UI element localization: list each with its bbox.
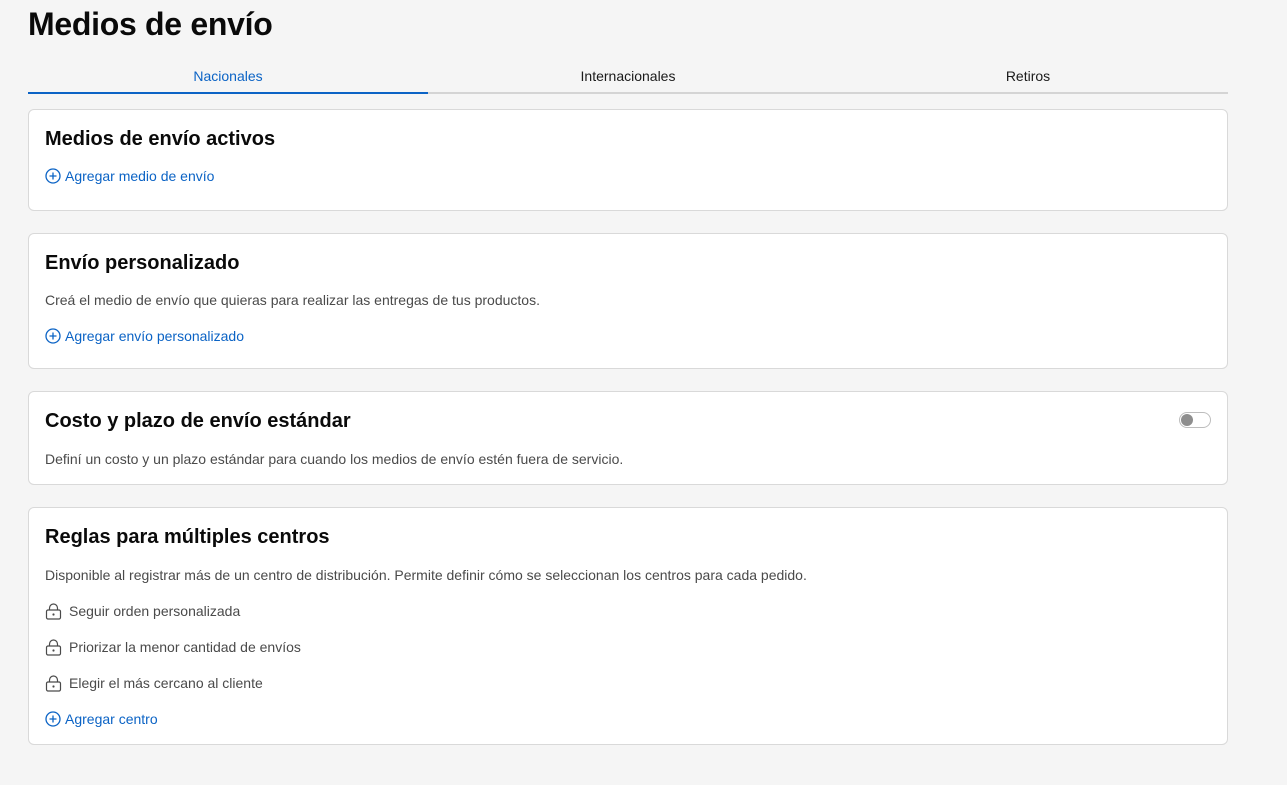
custom-shipping-title: Envío personalizado (45, 252, 240, 274)
multi-center-rules-title: Reglas para múltiples centros (45, 526, 330, 548)
page-title: Medios de envío (28, 6, 273, 42)
tab-retiros[interactable]: Retiros (828, 60, 1228, 92)
shipping-tabs: Nacionales Internacionales Retiros (28, 60, 1228, 94)
add-shipping-method-link[interactable]: Agregar medio de envío (45, 167, 214, 185)
lock-icon (45, 602, 62, 620)
lock-icon (45, 638, 62, 656)
plus-circle-icon (45, 711, 61, 727)
rule-label: Elegir el más cercano al cliente (69, 675, 263, 691)
rule-label: Seguir orden personalizada (69, 603, 241, 619)
rule-custom-order: Seguir orden personalizada (45, 602, 240, 620)
active-methods-card: Medios de envío activos Agregar medio de… (28, 109, 1228, 211)
tab-nacionales[interactable]: Nacionales (28, 60, 428, 94)
add-custom-shipping-link[interactable]: Agregar envío personalizado (45, 327, 244, 345)
add-shipping-method-label: Agregar medio de envío (65, 168, 215, 184)
rule-closest-to-customer: Elegir el más cercano al cliente (45, 674, 263, 692)
multi-center-rules-card: Reglas para múltiples centros Disponible… (28, 507, 1228, 745)
plus-circle-icon (45, 328, 61, 344)
add-center-label: Agregar centro (65, 711, 158, 727)
custom-shipping-card: Envío personalizado Creá el medio de env… (28, 233, 1228, 369)
active-methods-title: Medios de envío activos (45, 128, 276, 150)
rule-label: Priorizar la menor cantidad de envíos (69, 639, 301, 655)
multi-center-rules-description: Disponible al registrar más de un centro… (45, 567, 807, 583)
rule-fewest-shipments: Priorizar la menor cantidad de envíos (45, 638, 301, 656)
plus-circle-icon (45, 168, 61, 184)
standard-cost-card: Costo y plazo de envío estándar Definí u… (28, 391, 1228, 485)
custom-shipping-description: Creá el medio de envío que quieras para … (45, 292, 540, 308)
standard-cost-description: Definí un costo y un plazo estándar para… (45, 451, 624, 467)
lock-icon (45, 674, 62, 692)
toggle-knob (1181, 414, 1193, 426)
standard-cost-toggle[interactable] (1179, 412, 1211, 428)
add-center-link[interactable]: Agregar centro (45, 710, 158, 728)
add-custom-shipping-label: Agregar envío personalizado (65, 328, 245, 344)
standard-cost-title: Costo y plazo de envío estándar (45, 410, 351, 432)
tab-internacionales[interactable]: Internacionales (428, 60, 828, 92)
